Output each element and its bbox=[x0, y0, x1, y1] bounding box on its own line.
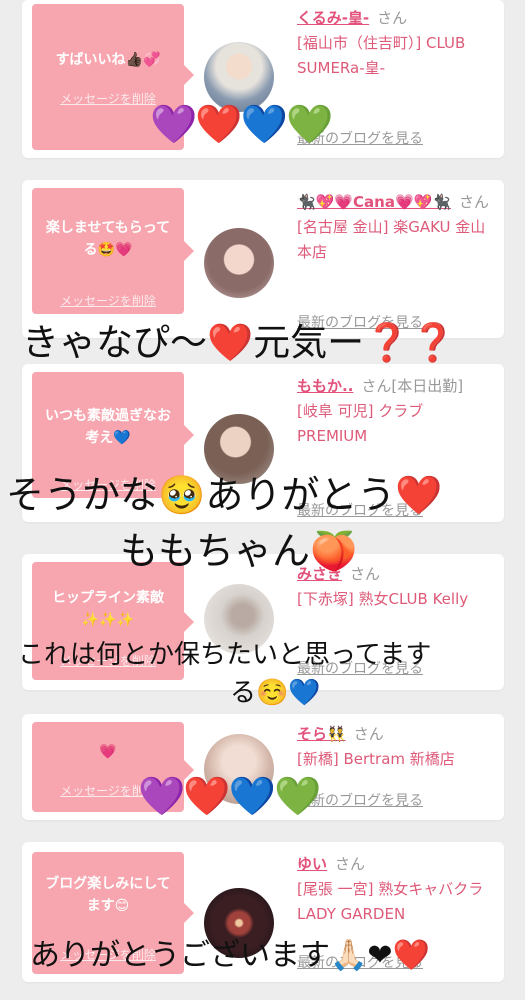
store-info: [下赤塚] 熟女CLUB Kelly bbox=[297, 589, 469, 608]
girl-name-link[interactable]: ゆい bbox=[297, 855, 327, 873]
caption-text: きゃなぴ〜❤️元気ー❓❓ bbox=[22, 321, 457, 364]
store-info: [尾張 一宮] 熟女キャバクラ LADY GARDEN bbox=[297, 879, 484, 923]
caption-text: ももちゃん🍑 bbox=[120, 529, 358, 573]
honorific: さん bbox=[459, 193, 490, 211]
honorific: さん bbox=[335, 855, 366, 873]
girl-name-link[interactable]: 🐈‍⬛💖💗Cana💗💖🐈‍⬛ bbox=[297, 193, 451, 211]
store-info: [新橋] Bertram 新橋店 bbox=[297, 749, 455, 768]
store-info: [福山市（住吉町）] CLUB SUMERa-皇- bbox=[297, 33, 466, 77]
message-text: 楽しませてもらってる🤩💗 bbox=[45, 220, 171, 258]
girl-name-link[interactable]: そら👯 bbox=[297, 725, 346, 743]
caption-text: ありがとうございます🙏🏻❤❤️ bbox=[30, 938, 430, 973]
honorific: さん bbox=[377, 9, 408, 27]
girl-name-link[interactable]: ももか.. bbox=[297, 377, 353, 395]
honorific: さん bbox=[353, 725, 384, 743]
message-text: 💗 bbox=[99, 744, 117, 760]
message-bubble: 楽しませてもらってる🤩💗 メッセージを削除 bbox=[32, 188, 194, 314]
honorific: さん[本日出勤] bbox=[361, 377, 464, 395]
caption-text: これは何とか保ちたいと思ってます bbox=[18, 640, 432, 670]
message-text: いつも素敵過ぎなお考え💙 bbox=[45, 408, 171, 446]
delete-message-link[interactable]: メッセージを削除 bbox=[32, 292, 184, 309]
hearts-sticker: 💜❤️💙💚 bbox=[138, 774, 321, 818]
store-info: [名古屋 金山] 楽GAKU 金山本店 bbox=[297, 217, 486, 261]
message-text: すばいいね👍🏿💞 bbox=[55, 52, 161, 68]
caption-text: る☺️💙 bbox=[230, 678, 321, 708]
store-info: [岐阜 可児] クラブ PREMIUM bbox=[297, 401, 424, 445]
caption-text: そうかな🥹ありがとう❤️ bbox=[6, 473, 443, 517]
hearts-sticker: 💜❤️💙💚 bbox=[150, 102, 333, 146]
avatar[interactable] bbox=[204, 228, 274, 298]
message-text: ブログ楽しみにしてます😊 bbox=[45, 876, 171, 914]
girl-name-link[interactable]: くるみ-皇- bbox=[297, 9, 369, 27]
